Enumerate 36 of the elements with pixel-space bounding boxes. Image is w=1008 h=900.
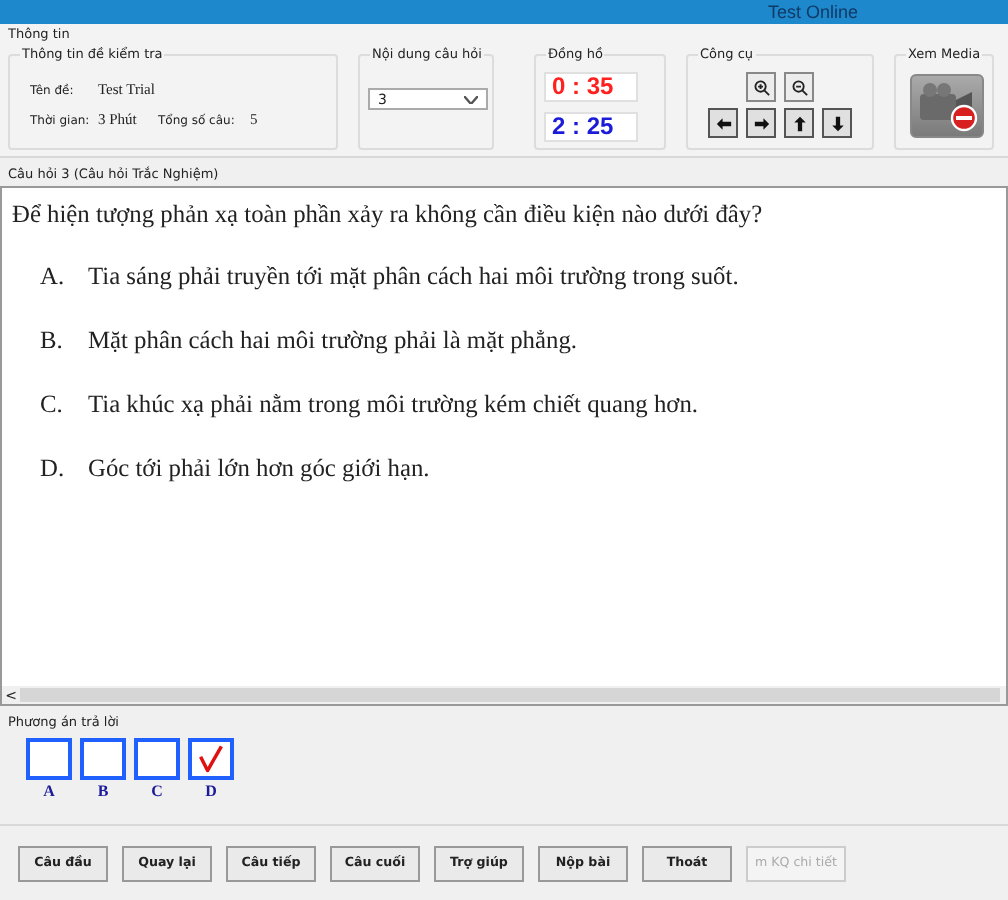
right-arrow-icon (751, 113, 771, 133)
up-arrow-button[interactable] (784, 108, 814, 138)
option-letter: A. (40, 262, 67, 292)
answer-checkbox[interactable] (26, 738, 72, 780)
zoom-in-button[interactable] (746, 72, 776, 102)
left-arrow-icon (713, 113, 733, 133)
option-text: Mặt phân cách hai môi trường phải là mặt phẳng. (88, 326, 577, 356)
question-text: Để hiện tượng phản xạ toàn phần xảy ra không cần điều kiện nào dưới đây? (12, 200, 765, 230)
caret-icon (464, 95, 478, 103)
option-letter: C. (40, 390, 65, 420)
zoom-in-icon (751, 77, 771, 97)
up-arrow-icon (789, 113, 809, 133)
option-letter: B. (40, 326, 65, 356)
zoom-out-button[interactable] (784, 72, 814, 102)
option-text: Tia sáng phải truyền tới mặt phân cách hai môi trường trong suốt. (88, 262, 739, 292)
window-title: Test Online (767, 2, 858, 22)
answer-letter: D (205, 782, 217, 800)
right-arrow-button[interactable] (746, 108, 776, 138)
down-arrow-button[interactable] (822, 108, 852, 138)
media-button[interactable] (910, 74, 984, 138)
answer-letter: B (97, 782, 109, 800)
option-text: Tia khúc xạ phải nằm trong môi trường kém chiết quang hơn. (88, 390, 698, 420)
option-text: Góc tới phải lớn hơn góc giới hạn. (88, 454, 430, 484)
timer-display: 0 : 35 (544, 72, 638, 102)
answer-checkbox[interactable] (134, 738, 180, 780)
timer-display: 2 : 25 (544, 112, 638, 142)
down-arrow-icon (827, 113, 847, 133)
answer-checkbox[interactable] (188, 738, 234, 780)
option-letter: D. (40, 454, 67, 484)
scrollbar-thumb[interactable] (20, 688, 1000, 702)
answer-checkbox[interactable] (80, 738, 126, 780)
zoom-out-icon (789, 77, 809, 97)
left-arrow-button[interactable] (708, 108, 738, 138)
check-mark-icon (194, 744, 228, 774)
answer-letter: A (43, 782, 55, 800)
answer-letter: C (151, 782, 163, 800)
